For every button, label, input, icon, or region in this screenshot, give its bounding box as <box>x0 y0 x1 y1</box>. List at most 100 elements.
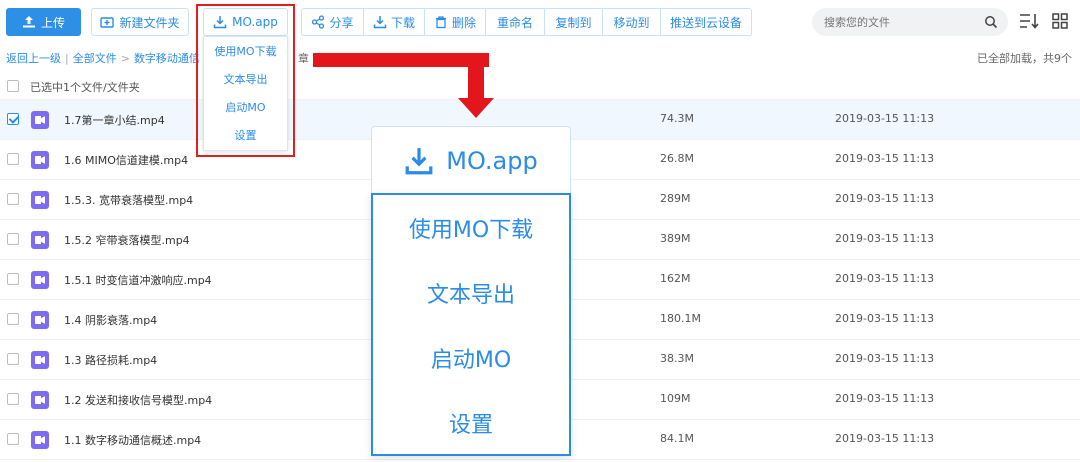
file-size: 109M <box>660 392 691 405</box>
video-file-icon <box>31 231 49 249</box>
menu-item-mo-download[interactable]: 使用MO下载 <box>204 37 287 65</box>
video-file-icon <box>31 351 49 369</box>
search-input[interactable] <box>824 15 974 29</box>
menu-item-text-export[interactable]: 文本导出 <box>204 65 287 93</box>
trash-icon <box>435 16 446 29</box>
file-size: 289M <box>660 192 691 205</box>
file-checkbox[interactable] <box>7 353 19 365</box>
file-checkbox[interactable] <box>7 153 19 165</box>
upload-button[interactable]: 上传 <box>6 8 81 36</box>
video-file-icon <box>31 271 49 289</box>
new-folder-label: 新建文件夹 <box>119 15 180 30</box>
share-icon <box>312 15 325 29</box>
delete-button[interactable]: 删除 <box>425 9 486 35</box>
mo-app-label: MO.app <box>232 15 278 29</box>
video-file-icon <box>31 151 49 169</box>
toolbar: 上传 新建文件夹 MO.app 分享 下载 删除 重命名 复制到 移动到 推送到… <box>0 0 1080 44</box>
copy-to-label: 复制到 <box>555 15 592 30</box>
file-size: 74.3M <box>660 112 694 125</box>
upload-icon <box>22 16 35 28</box>
file-date: 2019-03-15 11:13 <box>835 312 935 325</box>
move-to-button[interactable]: 移动到 <box>603 9 661 35</box>
video-file-icon <box>31 391 49 409</box>
selection-count: 已选中1个文件/文件夹 <box>30 81 140 94</box>
select-all-row: 已选中1个文件/文件夹 <box>0 72 1080 100</box>
download-icon <box>405 147 433 174</box>
rename-button[interactable]: 重命名 <box>486 9 545 35</box>
zoomed-mo-app-label: MO.app <box>446 146 538 175</box>
file-name[interactable]: 1.3 路径损耗.mp4 <box>64 352 157 368</box>
zoomed-mo-app-button: MO.app <box>371 126 571 194</box>
file-date: 2019-03-15 11:13 <box>835 192 935 205</box>
loaded-status: 已全部加载，共9个 <box>977 52 1072 65</box>
file-checkbox[interactable] <box>7 273 19 285</box>
back-link[interactable]: 返回上一级 <box>6 50 61 66</box>
file-date: 2019-03-15 11:13 <box>835 232 935 245</box>
file-name[interactable]: 1.6 MIMO信道建模.mp4 <box>64 152 188 168</box>
new-folder-button[interactable]: 新建文件夹 <box>91 8 189 36</box>
file-date: 2019-03-15 11:13 <box>835 392 935 405</box>
file-date: 2019-03-15 11:13 <box>835 152 935 165</box>
file-checkbox[interactable] <box>7 433 19 445</box>
share-button[interactable]: 分享 <box>302 9 364 35</box>
zoomed-item-settings: 设置 <box>448 412 493 438</box>
mo-app-button[interactable]: MO.app <box>203 8 288 36</box>
push-cloud-button[interactable]: 推送到云设备 <box>661 9 751 35</box>
breadcrumb-separator: | <box>65 51 69 65</box>
download-label: 下载 <box>390 15 415 30</box>
file-name[interactable]: 1.5.2 窄带衰落模型.mp4 <box>64 232 190 248</box>
new-folder-icon <box>100 17 115 28</box>
download-icon <box>213 16 227 29</box>
zoomed-item-mo-download: 使用MO下载 <box>408 217 534 243</box>
share-label: 分享 <box>329 15 354 30</box>
file-checkbox[interactable] <box>7 233 19 245</box>
copy-to-button[interactable]: 复制到 <box>545 9 603 35</box>
annotation-arrow-shaft <box>468 53 484 101</box>
download-button[interactable]: 下载 <box>364 9 425 35</box>
zoomed-mo-dropdown: 使用MO下载 文本导出 启动MO 设置 <box>371 193 571 456</box>
file-size: 84.1M <box>660 432 694 445</box>
menu-item-settings[interactable]: 设置 <box>204 121 287 149</box>
file-checkbox[interactable] <box>7 113 19 125</box>
select-all-checkbox[interactable] <box>7 80 19 92</box>
video-file-icon <box>31 311 49 329</box>
annotation-arrow-shaft <box>313 53 489 67</box>
video-file-icon <box>31 111 49 129</box>
file-name[interactable]: 1.1 数字移动通信概述.mp4 <box>64 432 201 448</box>
file-size: 162M <box>660 272 691 285</box>
file-name[interactable]: 1.7第一章小结.mp4 <box>64 112 165 128</box>
file-name[interactable]: 1.4 阴影衰落.mp4 <box>64 312 157 328</box>
delete-label: 删除 <box>451 15 476 30</box>
video-file-icon <box>31 191 49 209</box>
rename-label: 重命名 <box>496 15 533 30</box>
push-cloud-label: 推送到云设备 <box>669 15 742 30</box>
mo-dropdown-menu: 使用MO下载 文本导出 启动MO 设置 <box>203 36 288 151</box>
file-size: 180.1M <box>660 312 701 325</box>
file-name[interactable]: 1.5.1 时变信道冲激响应.mp4 <box>64 272 212 288</box>
file-checkbox[interactable] <box>7 313 19 325</box>
sort-icon[interactable] <box>1019 12 1041 30</box>
breadcrumb-folder[interactable]: 数字移动通信 <box>134 50 200 66</box>
file-name[interactable]: 1.2 发送和接收信号模型.mp4 <box>64 392 212 408</box>
move-to-label: 移动到 <box>613 15 650 30</box>
video-file-icon <box>31 431 49 449</box>
file-size: 26.8M <box>660 152 694 165</box>
file-checkbox[interactable] <box>7 393 19 405</box>
grid-view-icon[interactable] <box>1052 13 1068 29</box>
file-date: 2019-03-15 11:13 <box>835 432 935 445</box>
all-files-link[interactable]: 全部文件 <box>73 50 117 66</box>
file-date: 2019-03-15 11:13 <box>835 272 935 285</box>
search-icon[interactable] <box>984 15 998 29</box>
breadcrumb-separator: > <box>120 51 130 65</box>
file-size: 389M <box>660 232 691 245</box>
file-size: 38.3M <box>660 352 694 365</box>
action-group: 分享 下载 删除 重命名 复制到 移动到 推送到云设备 <box>301 8 752 36</box>
file-name[interactable]: 1.5.3. 宽带衰落模型.mp4 <box>64 192 193 208</box>
search-box <box>812 8 1008 36</box>
file-date: 2019-03-15 11:13 <box>835 352 935 365</box>
annotation-arrow-head <box>458 98 494 118</box>
file-checkbox[interactable] <box>7 193 19 205</box>
breadcrumb-current: 章 <box>297 52 309 65</box>
zoomed-item-launch-mo: 启动MO <box>430 347 512 373</box>
menu-item-launch-mo[interactable]: 启动MO <box>204 93 287 121</box>
